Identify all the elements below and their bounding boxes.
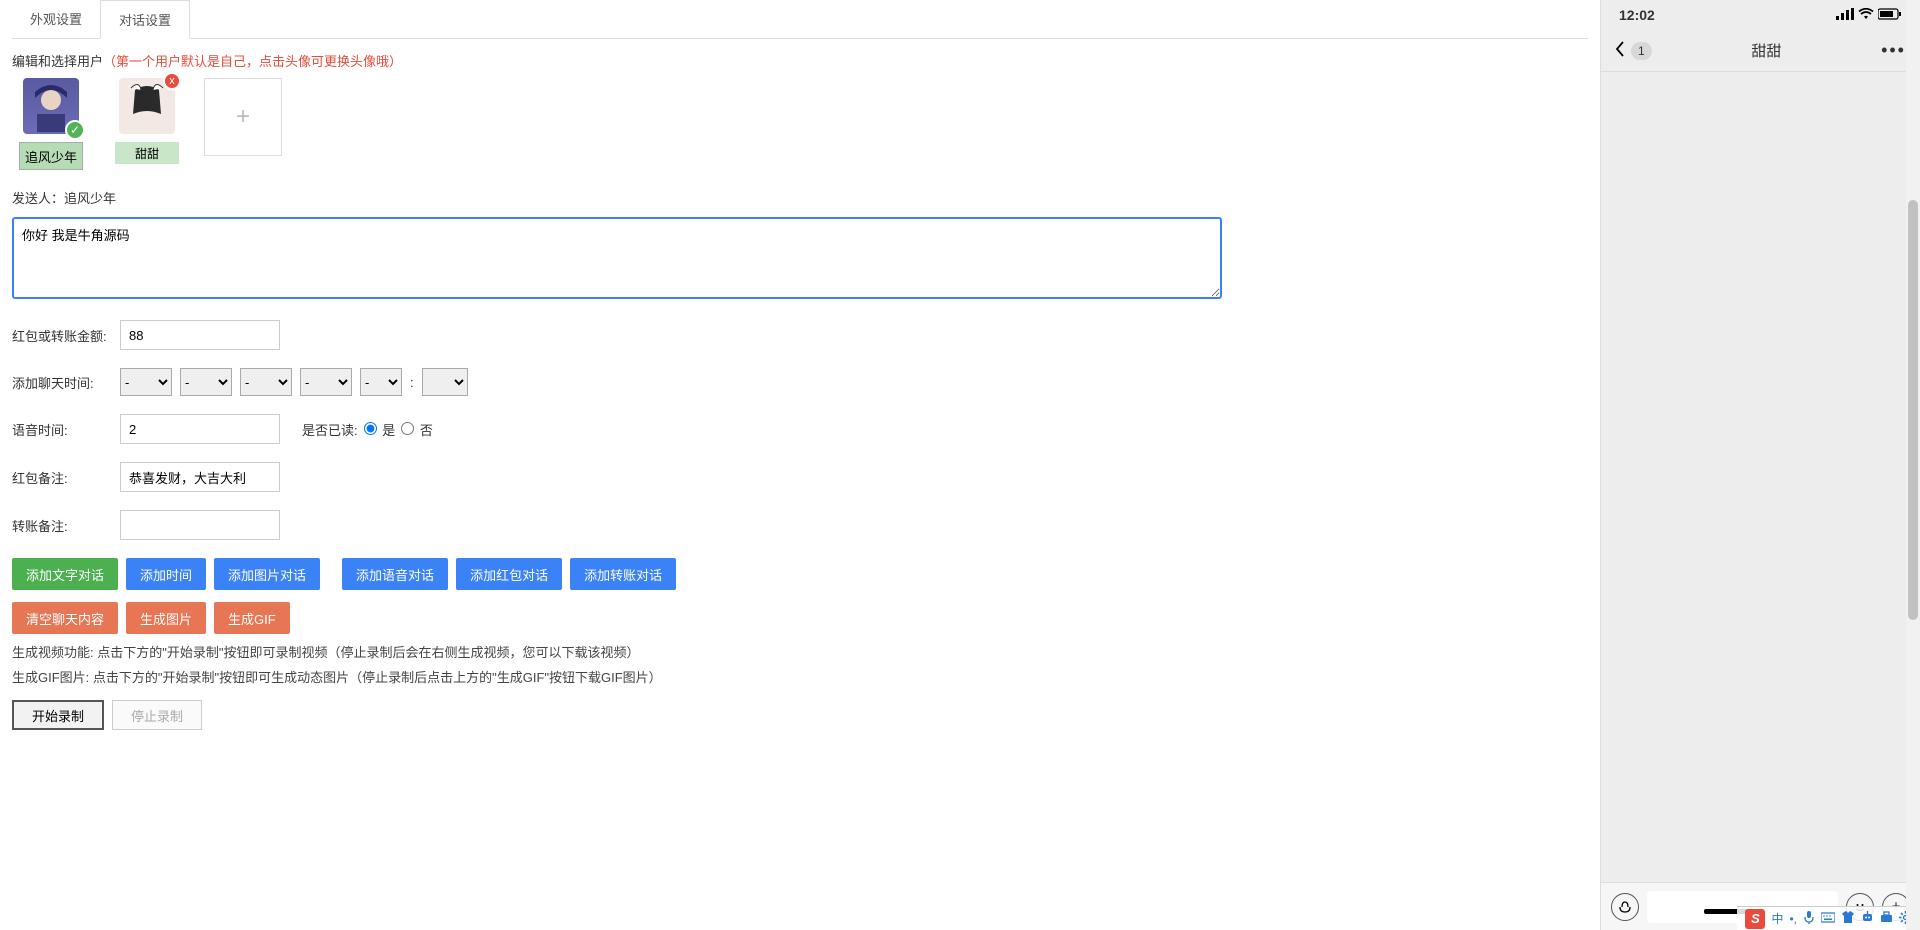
back-count-badge: 1 <box>1631 42 1652 60</box>
time-month[interactable]: - <box>180 368 232 396</box>
record-row: 开始录制 停止录制 <box>12 700 1588 730</box>
edit-user-label: 编辑和选择用户（第一个用户默认是自己，点击头像可更换头像哦） <box>12 51 1588 70</box>
voice-label: 语音时间: <box>12 420 112 439</box>
user-name-0[interactable]: 追风少年 <box>19 142 83 170</box>
ime-logo-icon[interactable]: S <box>1745 909 1765 929</box>
phone-header: 1 甜甜 ••• <box>1601 30 1920 72</box>
user-card-0[interactable]: ✓ 追风少年 <box>12 78 90 170</box>
plus-icon: + <box>236 103 250 131</box>
time-year[interactable]: - <box>120 368 172 396</box>
ime-robot-icon[interactable] <box>1861 911 1874 926</box>
phone-back-button[interactable]: 1 <box>1615 41 1652 60</box>
phone-preview: 12:02 1 甜甜 ••• <box>1600 0 1920 930</box>
ime-shirt-icon[interactable] <box>1841 911 1855 926</box>
add-image-button[interactable]: 添加图片对话 <box>214 558 320 590</box>
avatar-0[interactable]: ✓ <box>23 78 79 134</box>
read-label: 是否已读: <box>302 420 358 439</box>
close-icon[interactable]: x <box>163 72 181 90</box>
tab-dialog[interactable]: 对话设置 <box>100 0 190 39</box>
time-colon: : <box>410 375 414 390</box>
wifi-icon <box>1858 7 1874 23</box>
ime-tray: S 中 •, <box>1737 906 1920 930</box>
ime-mic-icon[interactable] <box>1803 910 1815 927</box>
phone-chat-body <box>1601 72 1920 882</box>
transfer-note-label: 转账备注: <box>12 516 112 535</box>
edit-user-hint: （第一个用户默认是自己，点击头像可更换头像哦） <box>103 54 402 69</box>
time-min[interactable]: - <box>360 368 402 396</box>
add-user-button[interactable]: + <box>204 78 282 156</box>
tabs: 外观设置 对话设置 <box>12 0 1588 39</box>
gen-button-row: 清空聊天内容 生成图片 生成GIF <box>12 602 1588 634</box>
amount-input[interactable] <box>120 320 280 350</box>
add-transfer-button[interactable]: 添加转账对话 <box>570 558 676 590</box>
time-sec[interactable] <box>422 368 468 396</box>
add-voice-button[interactable]: 添加语音对话 <box>342 558 448 590</box>
gen-image-button[interactable]: 生成图片 <box>126 602 206 634</box>
avatar-1[interactable]: x <box>119 78 175 134</box>
ime-toolbox-icon[interactable] <box>1880 911 1893 926</box>
read-yes[interactable]: 是 <box>364 420 396 439</box>
clear-button[interactable]: 清空聊天内容 <box>12 602 118 634</box>
red-note-label: 红包备注: <box>12 468 112 487</box>
add-time-button[interactable]: 添加时间 <box>126 558 206 590</box>
chat-time-label: 添加聊天时间: <box>12 373 112 392</box>
user-cards: ✓ 追风少年 x 甜甜 + <box>12 78 1588 170</box>
add-button-row: 添加文字对话 添加时间 添加图片对话 添加语音对话 添加红包对话 添加转账对话 <box>12 558 1588 590</box>
check-icon: ✓ <box>65 120 85 140</box>
voice-input[interactable] <box>120 414 280 444</box>
sender-line: 发送人：追风少年 <box>12 188 1588 207</box>
read-no[interactable]: 否 <box>401 420 433 439</box>
signal-icon <box>1836 7 1854 23</box>
info-gif: 生成GIF图片: 点击下方的"开始录制"按钮即可生成动态图片（停止录制后点击上方… <box>12 667 1588 686</box>
phone-status-bar: 12:02 <box>1601 0 1920 30</box>
phone-time: 12:02 <box>1619 7 1655 23</box>
ime-punct[interactable]: •, <box>1789 912 1797 926</box>
stop-record-button[interactable]: 停止录制 <box>112 700 202 730</box>
more-icon[interactable]: ••• <box>1881 40 1906 61</box>
tab-appearance[interactable]: 外观设置 <box>12 0 100 38</box>
red-note-input[interactable] <box>120 462 280 492</box>
user-name-1[interactable]: 甜甜 <box>115 142 179 164</box>
ime-keyboard-icon[interactable] <box>1821 911 1835 926</box>
phone-chat-title: 甜甜 <box>1751 40 1781 61</box>
voice-icon[interactable] <box>1611 893 1639 921</box>
time-hour[interactable]: - <box>300 368 352 396</box>
ime-lang[interactable]: 中 <box>1771 910 1783 927</box>
chevron-left-icon <box>1615 41 1625 60</box>
time-day[interactable]: - <box>240 368 292 396</box>
settings-panel: 外观设置 对话设置 编辑和选择用户（第一个用户默认是自己，点击头像可更换头像哦）… <box>0 0 1600 930</box>
gen-gif-button[interactable]: 生成GIF <box>214 602 290 634</box>
add-text-button[interactable]: 添加文字对话 <box>12 558 118 590</box>
transfer-note-input[interactable] <box>120 510 280 540</box>
user-card-1[interactable]: x 甜甜 <box>108 78 186 170</box>
scrollbar[interactable] <box>1906 0 1920 930</box>
amount-label: 红包或转账金额: <box>12 326 112 345</box>
message-textarea[interactable]: 你好 我是牛角源码 <box>12 217 1222 299</box>
scroll-thumb[interactable] <box>1908 200 1918 620</box>
start-record-button[interactable]: 开始录制 <box>12 700 104 730</box>
info-video: 生成视频功能: 点击下方的"开始录制"按钮即可录制视频（停止录制后会在右侧生成视… <box>12 642 1588 661</box>
add-red-button[interactable]: 添加红包对话 <box>456 558 562 590</box>
battery-icon <box>1878 7 1902 23</box>
